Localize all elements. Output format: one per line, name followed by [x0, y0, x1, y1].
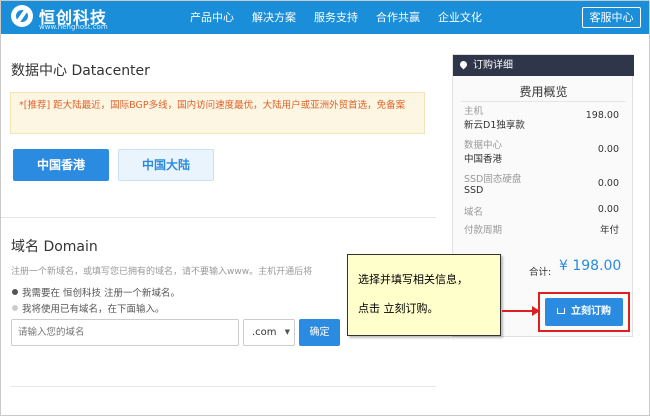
- row-host-value: 新云D1独享款: [464, 120, 525, 131]
- cost-overview-title: 费用概览: [519, 85, 568, 99]
- customer-service-button[interactable]: 客服中心: [582, 7, 641, 28]
- row-billing-cycle-label: 付款周期: [464, 225, 503, 236]
- recommendation-notice: *[推荐] 距大陆最近，国际BGP多线，国内访问速度最优，大陆用户或亚洲外贸首选…: [10, 92, 425, 134]
- row-host-price: 198.00: [585, 110, 619, 121]
- radio-checked-icon: [12, 289, 18, 295]
- datacenter-title: 数据中心 Datacenter: [11, 63, 150, 79]
- tld-selected-value: .com: [252, 327, 277, 338]
- instruction-callout: 选择并填写相关信息， 点击 立刻订购。: [347, 254, 501, 336]
- top-navigation: 恒创科技 www.henghost.com 产品中心 解决方案 服务支持 合作共…: [1, 1, 649, 34]
- location-pin-icon: [458, 59, 469, 70]
- nav-item-support[interactable]: 服务支持: [305, 1, 367, 34]
- nav-item-culture[interactable]: 企业文化: [429, 1, 491, 34]
- row-datacenter-price: 0.00: [597, 144, 619, 155]
- main-nav: 产品中心 解决方案 服务支持 合作共赢 企业文化: [181, 1, 491, 34]
- total-price: ¥ 198.00: [559, 258, 622, 274]
- row-datacenter-label: 数据中心: [464, 140, 503, 151]
- row-billing-cycle-price: 年付: [599, 225, 619, 236]
- domain-input[interactable]: [11, 319, 239, 346]
- radio-register-new-domain[interactable]: 我需要在 恒创科技 注册一个新域名。: [12, 285, 180, 299]
- radio-unchecked-icon: [12, 305, 18, 311]
- callout-line-2: 点击 立刻订购。: [358, 302, 439, 315]
- row-ssd-label: SSD固态硬盘: [464, 174, 522, 185]
- row-ssd-price: 0.00: [597, 178, 619, 189]
- callout-arrow-line: [502, 310, 536, 312]
- bottom-divider: [11, 386, 436, 387]
- total-label: 合计:: [529, 267, 552, 278]
- domain-hint: 注册一个新域名，或填写您已拥有的域名，请不要输入www。主机开通后将: [11, 267, 313, 277]
- callout-line-1: 选择并填写相关信息，: [358, 273, 468, 286]
- row-datacenter-value: 中国香港: [464, 154, 503, 165]
- radio-use-existing-domain[interactable]: 我将使用已有域名，在下面输入。: [12, 301, 165, 315]
- datacenter-option-hongkong[interactable]: 中国香港: [13, 149, 109, 181]
- row-domain-price: 0.00: [597, 204, 619, 215]
- nav-item-solutions[interactable]: 解决方案: [243, 1, 305, 34]
- section-divider: [1, 217, 436, 218]
- radio-register-new-label: 我需要在 恒创科技 注册一个新域名。: [22, 288, 181, 299]
- panel-divider: [461, 101, 626, 102]
- order-now-label: 立刻订购: [571, 306, 611, 317]
- shopping-cart-icon: [557, 308, 565, 314]
- order-panel-header-label: 订购详细: [473, 60, 513, 71]
- nav-item-partners[interactable]: 合作共赢: [367, 1, 429, 34]
- logo-mark-icon: [11, 5, 33, 27]
- order-now-button[interactable]: 立刻订购: [545, 298, 623, 326]
- arrow-right-icon: [532, 306, 540, 316]
- row-host-label: 主机: [464, 106, 484, 117]
- confirm-domain-button[interactable]: 确定: [299, 319, 340, 346]
- nav-item-products[interactable]: 产品中心: [181, 1, 243, 34]
- domain-title: 域名 Domain: [11, 239, 98, 255]
- datacenter-option-mainland[interactable]: 中国大陆: [118, 149, 214, 181]
- radio-use-existing-label: 我将使用已有域名，在下面输入。: [22, 304, 165, 315]
- brand-logo[interactable]: 恒创科技 www.henghost.com: [11, 4, 131, 31]
- row-ssd-value: SSD: [464, 185, 484, 196]
- caret-down-icon: ▼: [284, 328, 290, 336]
- order-panel-header: 订购详细: [453, 55, 634, 76]
- tld-select[interactable]: .com ▼: [243, 319, 295, 346]
- brand-url: www.henghost.com: [39, 23, 108, 31]
- page-frame: 恒创科技 www.henghost.com 产品中心 解决方案 服务支持 合作共…: [0, 0, 650, 416]
- row-domain-label: 域名: [464, 207, 484, 218]
